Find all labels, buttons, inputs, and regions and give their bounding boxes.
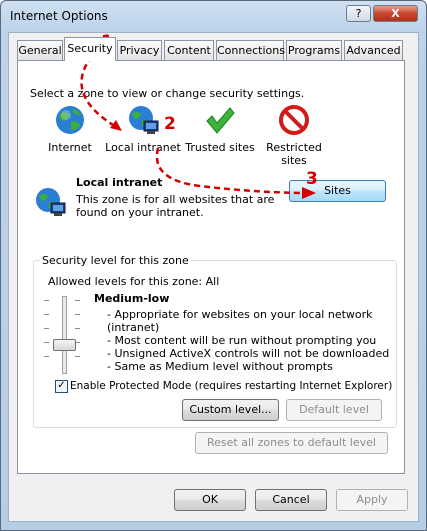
annotation-step-2: 2 xyxy=(164,114,176,134)
annotation-step-3: 3 xyxy=(306,169,318,189)
annotation-arrows xyxy=(80,55,316,199)
tab-security[interactable]: Security xyxy=(64,37,116,61)
